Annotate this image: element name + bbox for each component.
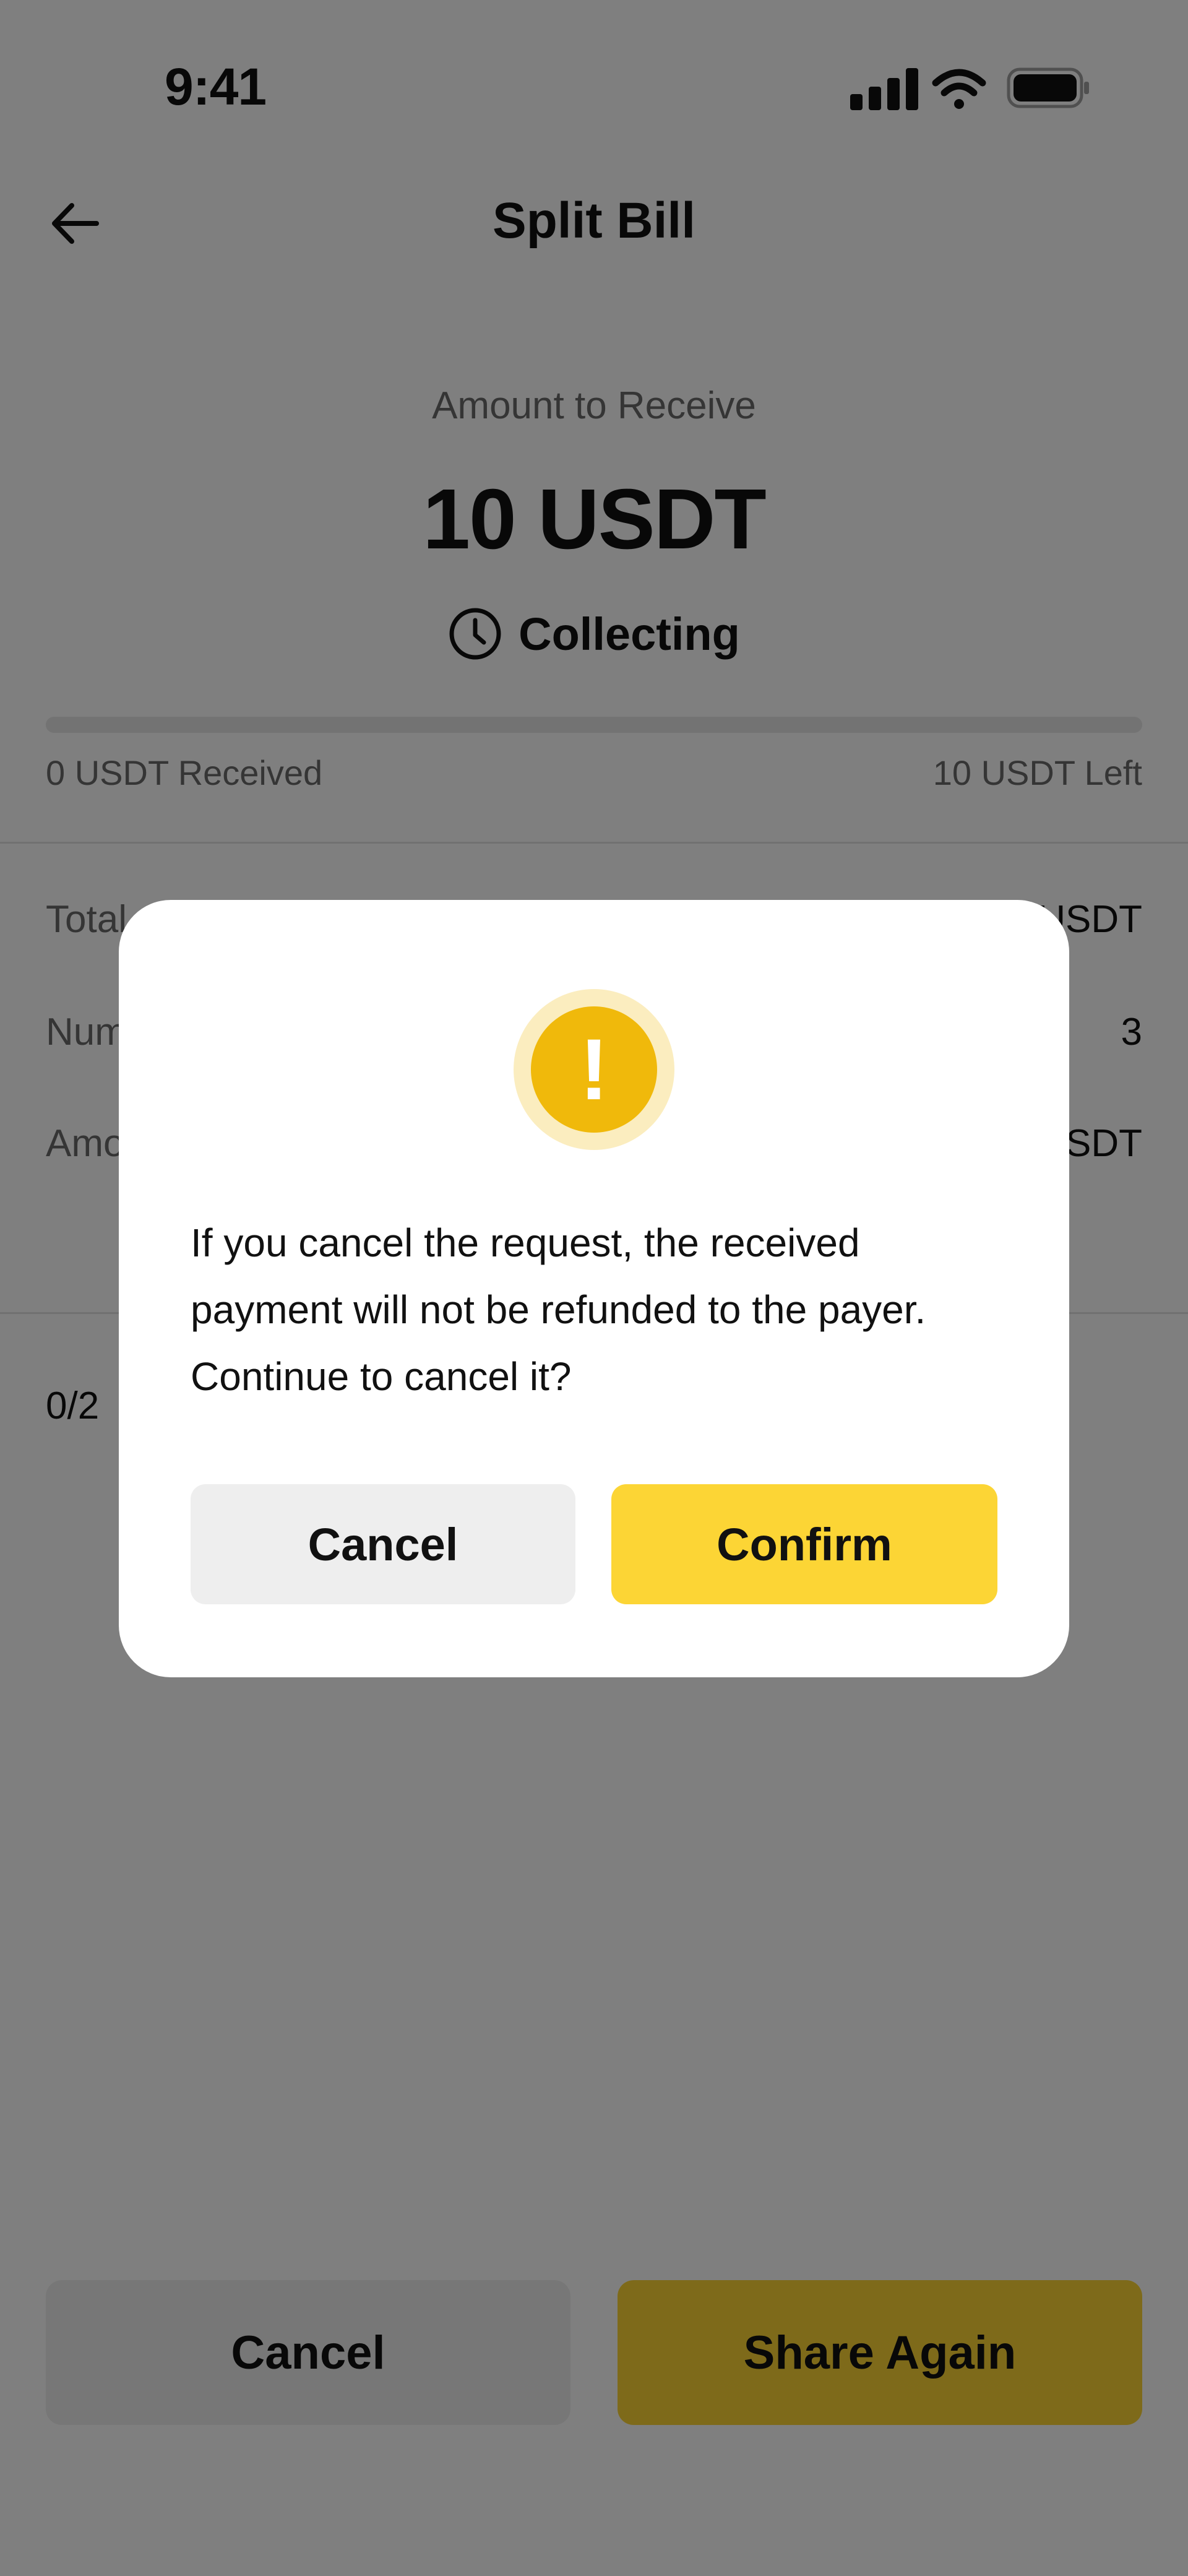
dialog-message: If you cancel the request, the received … <box>191 1221 926 1399</box>
cancel-confirmation-dialog: ! If you cancel the request, the receive… <box>119 900 1069 1677</box>
warning-mark: ! <box>579 1021 609 1118</box>
dialog-cancel-button[interactable]: Cancel <box>191 1484 575 1604</box>
dialog-confirm-button[interactable]: Confirm <box>611 1484 997 1604</box>
warning-icon: ! <box>531 1006 657 1133</box>
